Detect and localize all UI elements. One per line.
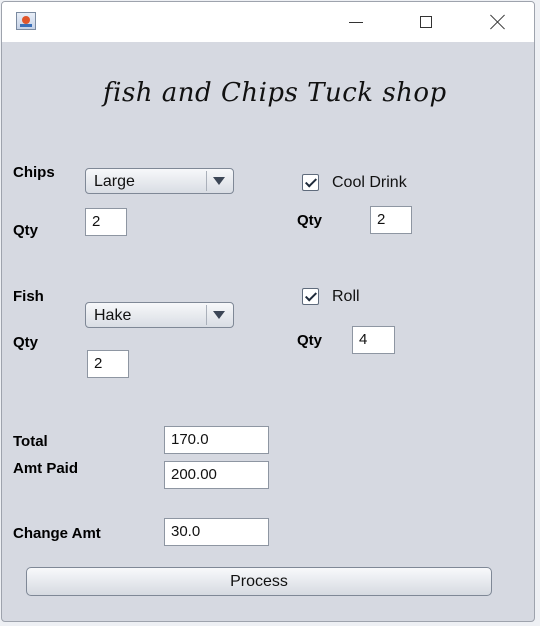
fish-qty-input[interactable]: 2 [87,350,129,378]
cool-drink-qty-input[interactable]: 2 [370,206,412,234]
roll-qty-label: Qty [297,332,323,349]
fish-type-select[interactable]: Hake [85,302,234,328]
title-bar [2,2,534,42]
chevron-down-icon[interactable] [206,305,231,325]
chips-label: Chips [13,164,55,181]
shop-heading: fish and Chips Tuck shop [103,78,447,108]
cool-drink-checkbox[interactable] [302,174,319,191]
chevron-down-icon[interactable] [206,171,231,191]
change-amount-field[interactable]: 30.0 [164,518,269,546]
chips-qty-input[interactable]: 2 [85,208,127,236]
fish-qty-label: Qty [13,334,39,351]
roll-label[interactable]: Roll [332,288,360,306]
close-icon [490,14,506,30]
amount-paid-label: Amt Paid [13,460,79,477]
fish-label: Fish [13,288,44,305]
app-window: fish and Chips Tuck shop Chips Large Qty… [1,1,535,622]
cool-drink-qty-label: Qty [297,212,323,229]
change-amount-label: Change Amt [13,525,101,542]
chips-qty-label: Qty [13,222,39,239]
close-button[interactable] [475,2,521,42]
maximize-button[interactable] [403,2,449,42]
process-button[interactable]: Process [26,567,492,596]
chips-size-value: Large [94,173,135,190]
maximize-icon [420,16,432,28]
total-label: Total [13,433,48,450]
chips-size-select[interactable]: Large [85,168,234,194]
roll-qty-input[interactable]: 4 [352,326,395,354]
minimize-button[interactable] [333,2,379,42]
total-field[interactable]: 170.0 [164,426,269,454]
java-app-icon[interactable] [16,12,36,30]
cool-drink-label[interactable]: Cool Drink [332,174,407,192]
roll-checkbox[interactable] [302,288,319,305]
minimize-icon [349,21,363,23]
fish-type-value: Hake [94,307,132,324]
amount-paid-input[interactable]: 200.00 [164,461,269,489]
